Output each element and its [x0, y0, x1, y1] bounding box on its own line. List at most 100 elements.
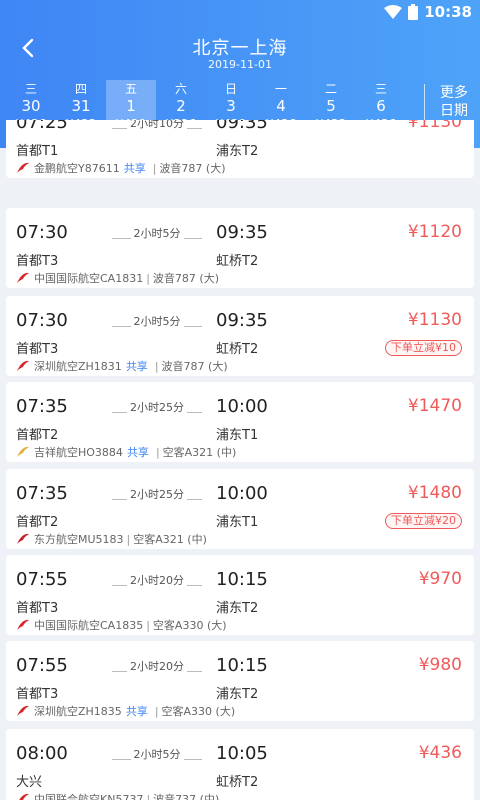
flight-info: 东方航空MU5183 | 空客A321 (中) [16, 531, 207, 547]
date-week: 二 [324, 82, 337, 96]
date-day: 30 [21, 97, 41, 115]
price: ¥1120 [407, 222, 462, 242]
price: ¥980 [418, 655, 462, 675]
date-week: 日 [224, 82, 237, 96]
duration: 2小时5分 [112, 743, 202, 765]
flight-info: 中国国际航空CA1835 | 空客A330 (大) [16, 617, 227, 633]
duration-label: 2小时20分 [127, 660, 187, 674]
date-week: 三 [24, 82, 37, 96]
departure-time: 07:35 [16, 483, 68, 504]
aircraft-type: 波音737 (中) [153, 793, 220, 800]
separator: | [154, 359, 159, 373]
status-bar: 10:38 [0, 0, 480, 24]
date-day: 4 [276, 97, 286, 115]
duration-label: 2小时20分 [127, 574, 187, 588]
departure-time: 07:25 [16, 120, 68, 133]
aircraft-type: 波音787 (大) [152, 272, 219, 285]
flight-card[interactable]: 07:30 2小时5分 09:35 ¥1120 首都T3 虹桥T2 中国国际航空CA1831… [6, 208, 474, 288]
airline-logo-icon [16, 271, 30, 285]
airline-logo-icon [16, 359, 30, 373]
airline-flight-number: 吉祥航空HO3884 [34, 446, 123, 459]
duration-label: 2小时10分 [127, 120, 187, 131]
duration-label: 2小时5分 [130, 748, 184, 762]
duration: 2小时25分 [112, 483, 202, 505]
arrival-airport: 虹桥T2 [216, 775, 259, 790]
price: ¥1130 [407, 120, 462, 132]
departure-time: 07:55 [16, 569, 68, 590]
departure-airport: 首都T3 [16, 254, 59, 269]
flight-card[interactable]: 07:55 2小时20分 10:15 ¥970 首都T3 浦东T2 中国国际航空CA1835… [6, 555, 474, 635]
aircraft-type: 空客A330 (大) [152, 619, 227, 632]
flight-card[interactable]: 07:35 2小时25分 10:00 ¥1480 首都T2 浦东T1 下单立减¥20 东方航空… [6, 469, 474, 549]
duration: 2小时10分 [112, 120, 202, 134]
flight-card[interactable]: 07:55 2小时20分 10:15 ¥980 首都T3 浦东T2 深圳航空ZH1835 共享… [6, 641, 474, 721]
departure-airport: 首都T1 [16, 144, 59, 159]
codeshare-label: 共享 [123, 162, 146, 175]
duration: 2小时25分 [112, 396, 202, 418]
airline-logo-icon [16, 618, 30, 632]
codeshare-label: 共享 [126, 446, 149, 459]
wifi-icon [384, 5, 403, 19]
date-week: 四 [74, 82, 87, 96]
promo-badge: 下单立减¥10 [385, 340, 462, 356]
airline-flight-number: 中国联合航空KN5737 [34, 793, 144, 800]
duration-label: 2小时5分 [130, 315, 184, 329]
airline-logo-icon [16, 532, 30, 546]
duration: 2小时20分 [112, 655, 202, 677]
status-time: 10:38 [424, 3, 472, 21]
aircraft-type: 波音787 (大) [159, 162, 226, 175]
departure-airport: 首都T3 [16, 601, 59, 616]
departure-airport: 大兴 [16, 775, 43, 790]
separator: | [146, 792, 151, 800]
date-week: 六 [174, 82, 187, 96]
flight-list[interactable]: 07:25 2小时10分 09:35 ¥1130 首都T1 浦东T2 金鹏航空Y87611 共… [0, 120, 480, 800]
separator: | [126, 532, 131, 546]
arrival-airport: 浦东T2 [216, 687, 259, 702]
separator: | [154, 704, 159, 718]
date-day: 2 [176, 97, 186, 115]
price: ¥1480 [407, 483, 462, 503]
airline-logo-icon [16, 704, 30, 718]
airline-logo-icon [16, 792, 30, 800]
arrival-time: 10:15 [216, 569, 268, 590]
promo-badge: 下单立减¥20 [385, 513, 462, 529]
flight-card[interactable]: 08:00 2小时5分 10:05 ¥436 大兴 虹桥T2 中国联合航空KN5737 | 波音… [6, 729, 474, 800]
arrival-airport: 浦东T2 [216, 601, 259, 616]
airline-logo-icon [16, 161, 30, 175]
departure-time: 07:35 [16, 396, 68, 417]
flight-info: 金鹏航空Y87611 共享 | 波音787 (大) [16, 160, 226, 176]
date-week: 五 [124, 82, 137, 96]
price: ¥1470 [407, 396, 462, 416]
airline-flight-number: 深圳航空ZH1831 [34, 360, 122, 373]
airline-flight-number: 东方航空MU5183 [34, 533, 124, 546]
airline-flight-number: 深圳航空ZH1835 [34, 705, 122, 718]
departure-airport: 首都T2 [16, 515, 59, 530]
departure-airport: 首都T2 [16, 428, 59, 443]
departure-airport: 首都T3 [16, 687, 59, 702]
codeshare-label: 共享 [125, 705, 148, 718]
flight-card[interactable]: 07:35 2小时25分 10:00 ¥1470 首都T2 浦东T1 吉祥航空HO3884 共… [6, 382, 474, 462]
departure-airport: 首都T3 [16, 342, 59, 357]
airline-flight-number: 金鹏航空Y87611 [34, 162, 120, 175]
flight-card[interactable]: 07:30 2小时5分 09:35 ¥1130 首都T3 虹桥T2 下单立减¥10 深圳航空Z… [6, 296, 474, 376]
arrival-airport: 浦东T1 [216, 428, 259, 443]
separator: | [152, 161, 157, 175]
more-dates-label-1: 更多 [440, 85, 468, 101]
date-day: 3 [226, 97, 236, 115]
price: ¥436 [418, 743, 462, 763]
arrival-airport: 浦东T1 [216, 515, 259, 530]
date-day: 5 [326, 97, 336, 115]
arrival-airport: 虹桥T2 [216, 342, 259, 357]
more-dates-label-2: 日期 [440, 103, 468, 119]
route-date: 2019-11-01 [208, 58, 272, 71]
departure-time: 07:30 [16, 310, 68, 331]
arrival-time: 10:00 [216, 483, 268, 504]
flight-card[interactable]: 07:25 2小时10分 09:35 ¥1130 首都T1 浦东T2 金鹏航空Y87611 共… [6, 120, 474, 178]
airline-flight-number: 中国国际航空CA1835 [34, 619, 144, 632]
aircraft-type: 空客A321 (中) [133, 533, 207, 546]
price: ¥1130 [407, 310, 462, 330]
duration: 2小时5分 [112, 222, 202, 244]
flight-info: 中国联合航空KN5737 | 波音737 (中) [16, 791, 219, 800]
arrival-time: 09:35 [216, 120, 268, 133]
price: ¥970 [418, 569, 462, 589]
